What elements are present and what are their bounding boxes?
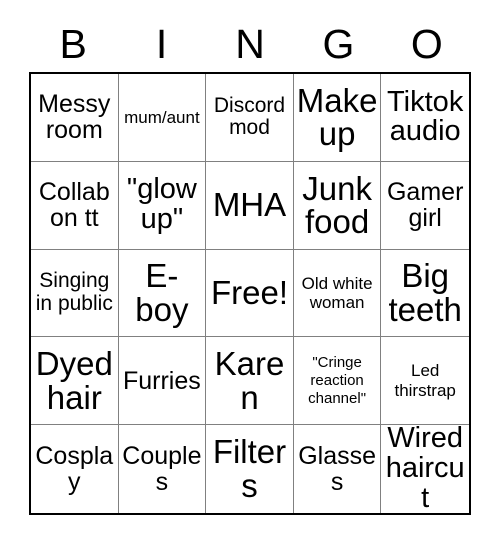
bingo-cell-label: MHA (212, 186, 287, 224)
bingo-cell[interactable]: E-boy (118, 249, 207, 338)
bingo-cell-label: Junk food (302, 169, 372, 241)
bingo-card: B I N G O Messy room mum/aunt Discord mo… (0, 0, 500, 544)
bingo-cell-label: Dyed hair (35, 345, 113, 416)
bingo-cell-label: Gamer girl (386, 177, 464, 233)
bingo-cell[interactable]: Discord mod (206, 74, 294, 162)
bingo-cell-label: Old white woman (301, 273, 373, 312)
bingo-cell-label: Filters (212, 433, 287, 505)
bingo-cell-label: Collab on tt (38, 177, 110, 233)
bingo-header: B I N G O (29, 16, 471, 72)
bingo-cell[interactable]: Singing in public (31, 249, 119, 338)
bingo-cell-label: Discord mod (213, 93, 286, 140)
bingo-cell-label: "glow up" (126, 173, 197, 236)
bingo-cell-label: Tiktok audio (387, 85, 464, 148)
bingo-cell-label: Glasses (298, 441, 376, 497)
bingo-cell[interactable]: Karen (206, 337, 294, 426)
bingo-cell[interactable]: "glow up" (118, 161, 207, 250)
bingo-cell[interactable]: Filters (206, 425, 294, 513)
header-letter-g: G (322, 20, 355, 67)
bingo-cell-label: "Cringe reaction channel" (308, 354, 367, 407)
bingo-cell-label: Karen (214, 345, 285, 416)
bingo-cell[interactable]: Make up (293, 74, 382, 162)
bingo-cell[interactable]: Collab on tt (31, 161, 119, 250)
bingo-cell[interactable]: Wired haircut (381, 425, 469, 513)
bingo-cell-label: Led thirstrap (394, 361, 456, 400)
bingo-cell-free[interactable]: Free! (206, 249, 294, 338)
bingo-cell[interactable]: Old white woman (293, 249, 382, 338)
header-letter-b: B (59, 20, 87, 67)
bingo-cell[interactable]: Tiktok audio (381, 74, 469, 162)
bingo-cell-label: mum/aunt (124, 107, 200, 127)
bingo-cell-label: Cosplay (35, 441, 114, 497)
bingo-cell-label: Messy room (38, 90, 111, 145)
bingo-cell[interactable]: Junk food (293, 161, 382, 250)
bingo-cell-label: Big teeth (388, 257, 462, 328)
bingo-cell[interactable]: Cosplay (31, 425, 119, 513)
bingo-cell-label: Free! (210, 274, 288, 312)
bingo-cell[interactable]: Big teeth (381, 249, 469, 338)
bingo-cell-label: Singing in public (35, 269, 113, 315)
header-letter-i: I (155, 20, 168, 67)
bingo-cell-label: Wired haircut (385, 425, 465, 513)
bingo-cell[interactable]: MHA (206, 161, 294, 250)
bingo-cell-label: E-boy (135, 257, 189, 328)
bingo-cell[interactable]: "Cringe reaction channel" (293, 337, 382, 426)
bingo-cell[interactable]: Dyed hair (31, 337, 119, 426)
bingo-grid: Messy room mum/aunt Discord mod Make up … (29, 72, 471, 515)
bingo-cell[interactable]: Furries (118, 337, 207, 426)
header-letter-o: O (410, 20, 443, 67)
bingo-cell[interactable]: mum/aunt (118, 74, 207, 162)
bingo-cell[interactable]: Couples (118, 425, 207, 513)
bingo-cell-label: Couples (122, 441, 202, 497)
bingo-cell-label: Make up (296, 81, 378, 153)
bingo-cell[interactable]: Gamer girl (381, 161, 469, 250)
bingo-cell[interactable]: Glasses (293, 425, 382, 513)
header-letter-n: N (235, 20, 265, 67)
bingo-cell-label: Furries (122, 366, 201, 395)
bingo-cell[interactable]: Messy room (31, 74, 119, 162)
bingo-cell[interactable]: Led thirstrap (381, 337, 469, 426)
